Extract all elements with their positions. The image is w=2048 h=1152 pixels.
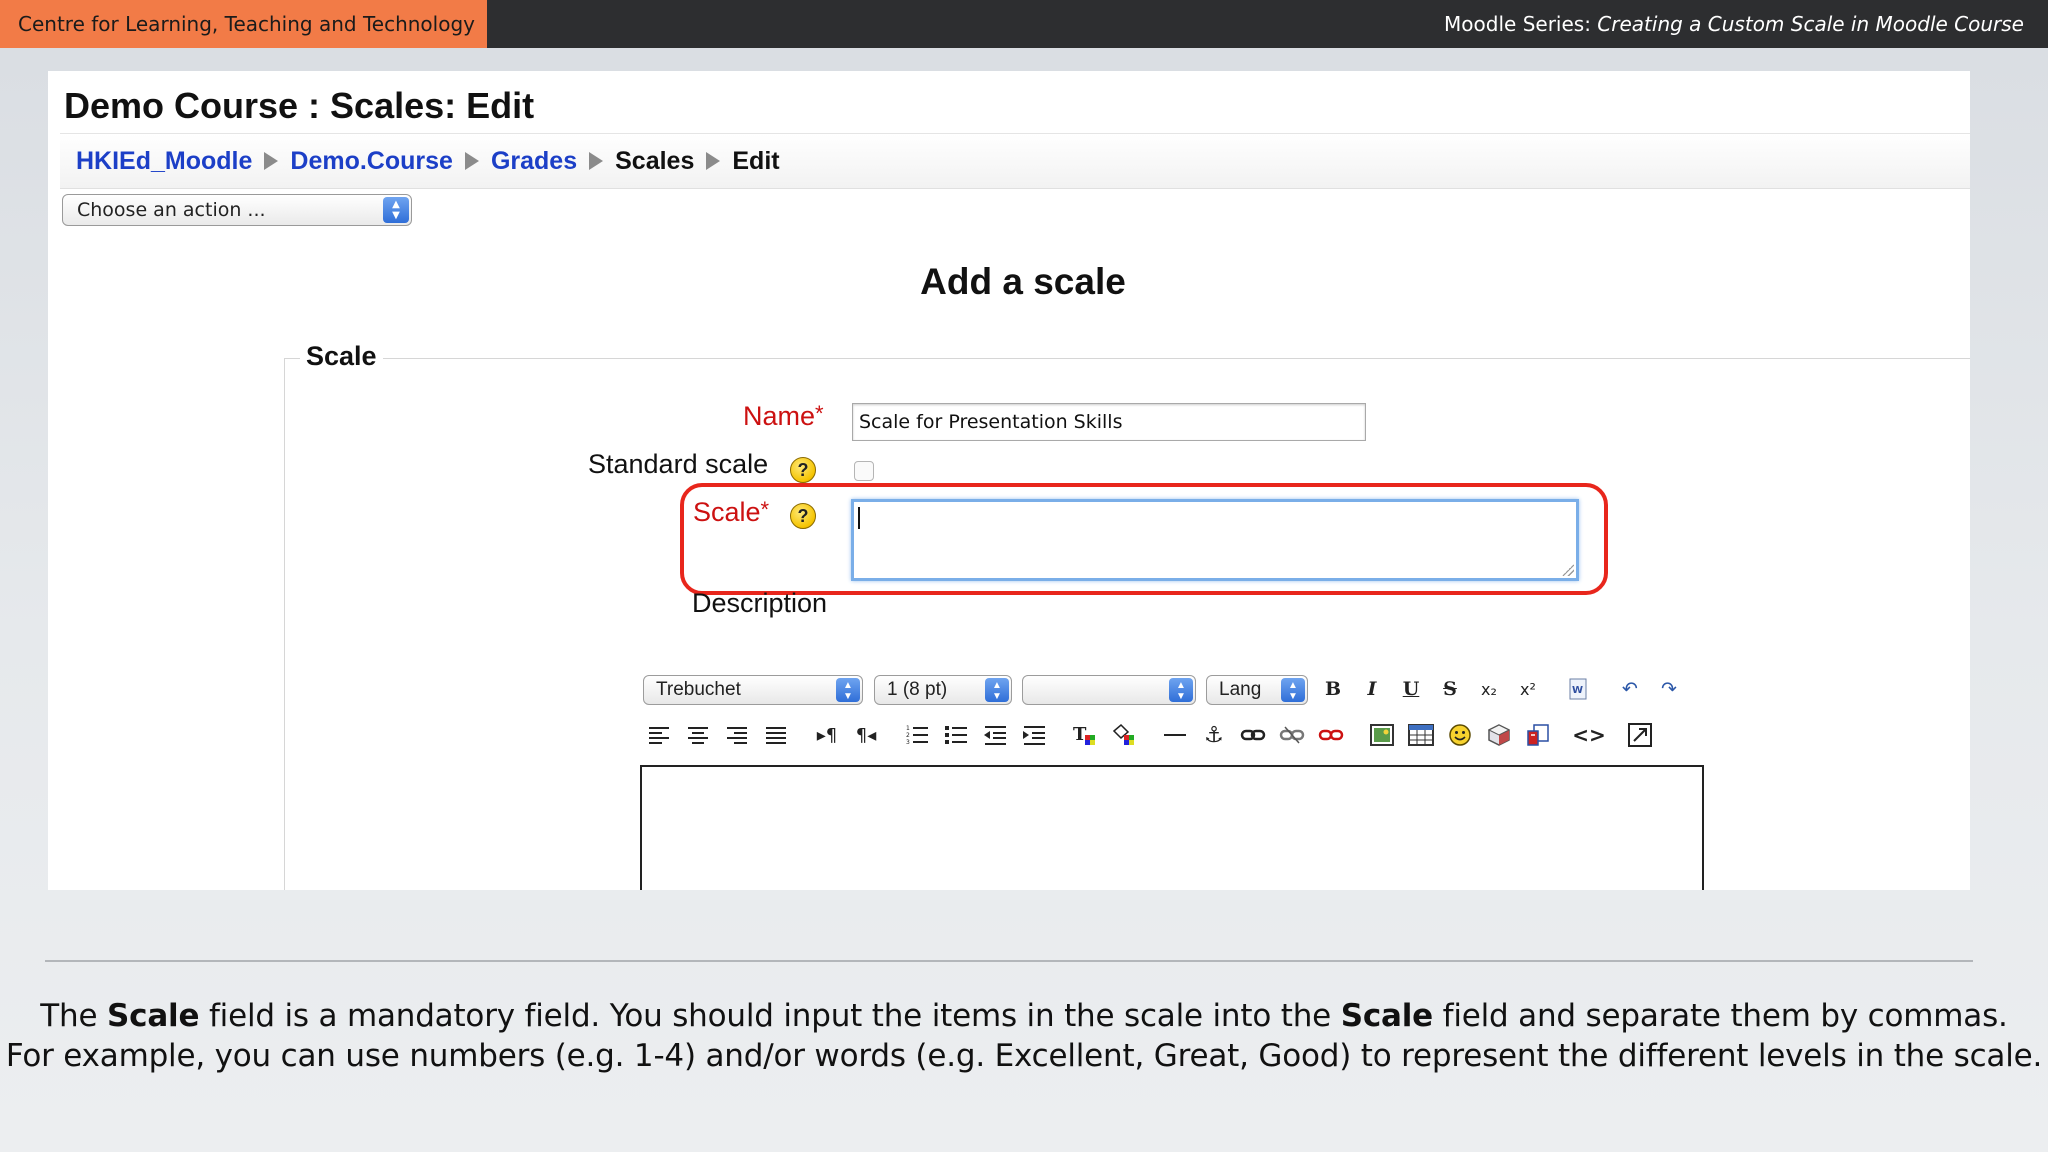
- resize-handle-icon[interactable]: [1562, 564, 1574, 576]
- redo-icon[interactable]: ↷: [1654, 673, 1684, 705]
- svg-text:T: T: [1073, 724, 1087, 745]
- clean-html-icon[interactable]: [1523, 719, 1553, 751]
- name-label: Name*: [743, 401, 824, 432]
- justify-icon[interactable]: [761, 719, 791, 751]
- breadcrumb-separator-icon: [589, 152, 604, 170]
- link-icon[interactable]: [1238, 719, 1268, 751]
- series-prefix: Moodle Series:: [1444, 12, 1598, 36]
- action-select[interactable]: Choose an action ... ▲ ▼: [62, 194, 412, 226]
- unordered-list-icon[interactable]: [941, 719, 971, 751]
- editor-toolbar-row2: ▸¶ ¶◂ 123 T ⚓ <>: [644, 719, 1664, 751]
- underline-icon[interactable]: U: [1396, 673, 1426, 705]
- font-family-select[interactable]: Trebuchet ▲ ▼: [643, 675, 863, 705]
- org-label: Centre for Learning, Teaching and Techno…: [0, 0, 487, 48]
- italic-icon[interactable]: I: [1357, 673, 1387, 705]
- page-title: Demo Course : Scales: Edit: [64, 85, 535, 126]
- required-marker: *: [815, 401, 824, 426]
- caption-text: field is a mandatory field. You should i…: [199, 998, 1341, 1034]
- ordered-list-icon[interactable]: 123: [902, 719, 932, 751]
- editor-toolbar-row1: B I U S x₂ x² W ↶ ↷: [1318, 673, 1693, 705]
- description-editor[interactable]: [640, 765, 1704, 890]
- fullscreen-icon[interactable]: [1625, 719, 1655, 751]
- series-title-text: Creating a Custom Scale in Moodle Course: [1597, 12, 2024, 36]
- undo-icon[interactable]: ↶: [1615, 673, 1645, 705]
- select-stepper-icon: ▲ ▼: [1281, 678, 1305, 702]
- horizontal-rule-icon[interactable]: [1160, 719, 1190, 751]
- caption-line-2: For example, you can use numbers (e.g. 1…: [5, 1038, 2043, 1074]
- action-select-value: Choose an action ...: [77, 199, 266, 221]
- select-stepper-icon: ▲ ▼: [383, 197, 409, 223]
- paste-word-icon[interactable]: W: [1564, 673, 1594, 705]
- subscript-icon[interactable]: x₂: [1474, 673, 1504, 705]
- bold-icon[interactable]: B: [1318, 673, 1348, 705]
- breadcrumb-scales: Scales: [615, 146, 695, 175]
- caption-line-1: The Scale field is a mandatory field. Yo…: [0, 996, 2048, 1036]
- breadcrumb-course[interactable]: Demo.Course: [290, 147, 453, 176]
- caption-text: field and separate them by commas.: [1432, 998, 2008, 1034]
- help-icon[interactable]: ?: [790, 457, 816, 483]
- html-source-icon[interactable]: <>: [1572, 719, 1606, 751]
- indent-icon[interactable]: [1019, 719, 1049, 751]
- svg-text:1: 1: [906, 725, 910, 732]
- caption-emphasis: Scale: [1340, 998, 1433, 1034]
- select-stepper-icon: ▲ ▼: [985, 678, 1009, 702]
- font-family-value: Trebuchet: [656, 679, 741, 700]
- unlink-icon[interactable]: [1277, 719, 1307, 751]
- standard-scale-label: Standard scale: [588, 449, 769, 479]
- slide-header: Centre for Learning, Teaching and Techno…: [0, 0, 2048, 48]
- breadcrumb-separator-icon: [464, 152, 479, 170]
- scale-textarea[interactable]: [851, 499, 1579, 581]
- standard-scale-checkbox[interactable]: [854, 461, 874, 481]
- anchor-icon[interactable]: ⚓: [1199, 719, 1229, 751]
- required-marker: *: [760, 497, 770, 522]
- name-label-text: Name: [743, 401, 816, 431]
- image-icon[interactable]: [1367, 719, 1397, 751]
- svg-text:2: 2: [906, 732, 910, 739]
- moodle-screenshot: Demo Course : Scales: Edit HKIEd_Moodle …: [48, 71, 1970, 890]
- align-left-icon[interactable]: [644, 719, 674, 751]
- font-size-select[interactable]: 1 (8 pt) ▲ ▼: [874, 675, 1012, 705]
- caption: The Scale field is a mandatory field. Yo…: [0, 996, 2048, 1076]
- breadcrumb: HKIEd_Moodle Demo.Course Grades Scales E…: [60, 133, 1970, 189]
- background-color-icon[interactable]: [1109, 719, 1139, 751]
- divider: [45, 960, 1973, 962]
- text-cursor: [858, 507, 860, 529]
- rtl-icon[interactable]: ¶◂: [851, 719, 881, 751]
- lang-value: Lang: [1219, 679, 1262, 700]
- breadcrumb-separator-icon: [706, 152, 721, 170]
- strikethrough-icon[interactable]: S: [1435, 673, 1465, 705]
- table-icon[interactable]: [1406, 719, 1436, 751]
- help-icon[interactable]: ?: [790, 503, 816, 529]
- breadcrumb-separator-icon: [264, 152, 279, 170]
- breadcrumb-edit: Edit: [732, 146, 780, 175]
- scale-label-text: Scale: [693, 497, 761, 527]
- font-size-value: 1 (8 pt): [887, 679, 948, 700]
- select-stepper-icon: ▲ ▼: [1169, 678, 1193, 702]
- align-right-icon[interactable]: [722, 719, 752, 751]
- name-input[interactable]: Scale for Presentation Skills: [852, 403, 1366, 441]
- breadcrumb-home[interactable]: HKIEd_Moodle: [76, 147, 252, 176]
- svg-text:3: 3: [906, 739, 910, 746]
- align-center-icon[interactable]: [683, 719, 713, 751]
- lang-select[interactable]: Lang ▲ ▼: [1206, 675, 1308, 705]
- format-select[interactable]: ▲ ▼: [1022, 675, 1196, 705]
- emoticon-icon[interactable]: [1445, 719, 1475, 751]
- caption-emphasis: Scale: [107, 998, 200, 1034]
- scale-label: Scale*: [693, 497, 769, 528]
- caption-text: The: [40, 998, 108, 1034]
- svg-text:W: W: [1572, 685, 1583, 696]
- fieldset-legend: Scale: [300, 341, 383, 372]
- ltr-icon[interactable]: ▸¶: [812, 719, 842, 751]
- form-heading: Add a scale: [920, 261, 1126, 302]
- breadcrumb-grades[interactable]: Grades: [491, 147, 577, 176]
- series-title: Moodle Series: Creating a Custom Scale i…: [1444, 0, 2024, 48]
- superscript-icon[interactable]: x²: [1513, 673, 1543, 705]
- select-stepper-icon: ▲ ▼: [836, 678, 860, 702]
- description-label: Description: [692, 588, 828, 618]
- search-replace-icon[interactable]: [1484, 719, 1514, 751]
- outdent-icon[interactable]: [980, 719, 1010, 751]
- text-color-icon[interactable]: T: [1070, 719, 1100, 751]
- nolink-icon[interactable]: [1316, 719, 1346, 751]
